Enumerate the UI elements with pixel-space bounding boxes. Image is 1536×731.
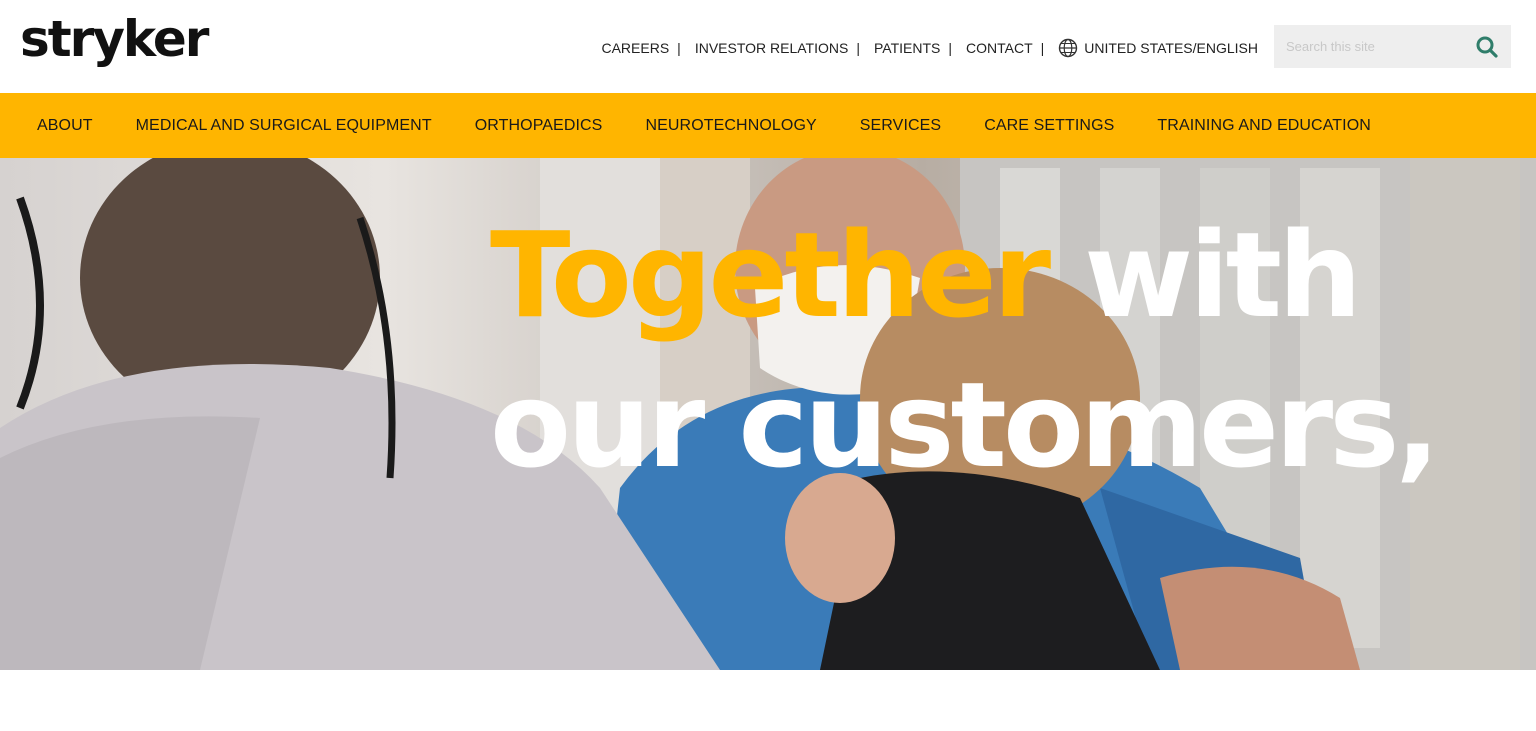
contact-link[interactable]: CONTACT [966,40,1033,56]
site-header: stryker CAREERS | INVESTOR RELATIONS | P… [0,0,1536,93]
search-box [1274,25,1511,68]
globe-icon [1059,38,1078,58]
util-separator: | [856,40,860,56]
nav-orthopaedics[interactable]: ORTHOPAEDICS [475,117,603,135]
investor-relations-link[interactable]: INVESTOR RELATIONS [695,40,849,56]
region-label: UNITED STATES/ENGLISH [1084,40,1258,56]
search-icon[interactable] [1475,35,1499,59]
utility-nav: CAREERS | INVESTOR RELATIONS | PATIENTS … [601,38,1258,58]
careers-link[interactable]: CAREERS [601,40,669,56]
main-nav: ABOUT MEDICAL AND SURGICAL EQUIPMENT ORT… [0,93,1536,158]
below-hero-area [0,670,1536,731]
region-selector[interactable]: UNITED STATES/ENGLISH [1058,38,1258,58]
hero-banner: Together with our customers, [0,158,1536,670]
hero-headline: Together with our customers, [490,216,1440,494]
patients-link[interactable]: PATIENTS [874,40,940,56]
nav-medical-surgical-equipment[interactable]: MEDICAL AND SURGICAL EQUIPMENT [136,117,432,135]
util-separator: | [677,40,681,56]
nav-care-settings[interactable]: CARE SETTINGS [984,117,1114,135]
nav-about[interactable]: ABOUT [37,117,93,135]
util-separator: | [1040,40,1045,56]
headline-yellow-text: Together [490,206,1051,344]
stryker-logo[interactable]: stryker [20,14,209,64]
headline-white-text: with [1084,206,1362,344]
nav-training-education[interactable]: TRAINING AND EDUCATION [1157,117,1370,135]
nav-neurotechnology[interactable]: NEUROTECHNOLOGY [645,117,816,135]
nav-services[interactable]: SERVICES [860,117,941,135]
headline-second-line: our customers, [490,356,1440,494]
search-input[interactable] [1274,25,1464,68]
util-separator: | [948,40,952,56]
